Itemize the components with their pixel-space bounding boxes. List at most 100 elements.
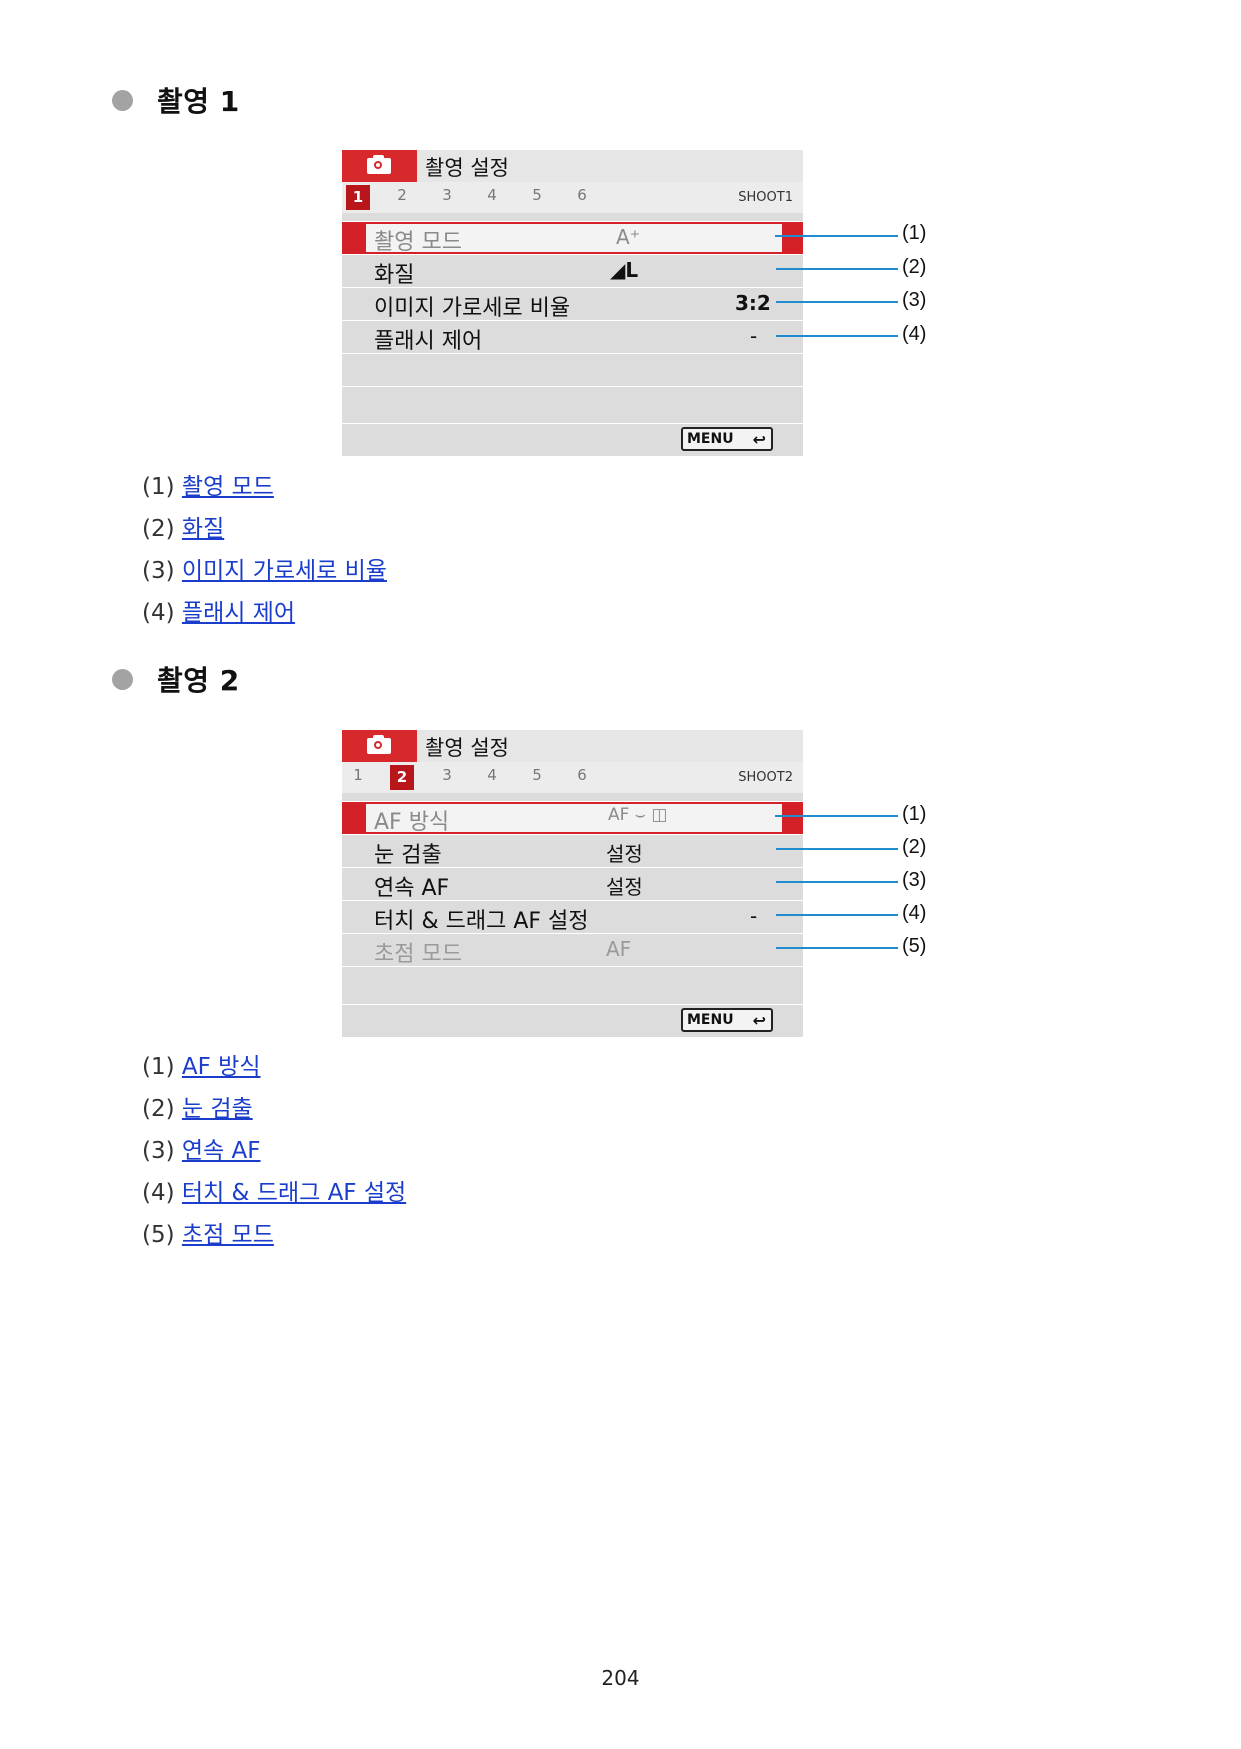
tab-6[interactable]: 6 <box>570 186 594 204</box>
menu-row-flash-control[interactable]: 플래시 제어 - <box>342 320 803 354</box>
menu-row-image-quality[interactable]: 화질 ◢L <box>342 254 803 288</box>
item-link[interactable]: 터치 & 드래그 AF 설정 <box>182 1180 406 1206</box>
row-value: AF ⌣ ◫ <box>608 805 668 825</box>
screen-footer: MENU ↩ <box>342 423 803 456</box>
callout-number: (5) <box>902 935 927 957</box>
item-list-shoot1: (1) 촬영 모드 (2) 화질 (3) 이미지 가로세로 비율 (4) 플래시… <box>142 466 387 634</box>
menu-row-empty <box>342 386 803 419</box>
menu-button-label: MENU <box>687 1012 734 1028</box>
tab-1[interactable]: 1 <box>346 766 370 784</box>
row-label: 플래시 제어 <box>374 329 483 354</box>
menu-row-empty <box>342 966 803 999</box>
menu-row-focus-mode[interactable]: 초점 모드 AF <box>342 933 803 967</box>
menu-button[interactable]: MENU ↩ <box>681 1008 773 1032</box>
callout-number: (2) <box>902 836 927 858</box>
section-title: 촬영 1 <box>157 85 240 118</box>
callout-number: (3) <box>902 289 927 311</box>
row-value: AF <box>606 937 632 961</box>
row-label: 이미지 가로세로 비율 <box>374 296 571 321</box>
menu-row-empty <box>342 353 803 386</box>
item-number: (1) <box>142 1054 175 1080</box>
item-list-shoot2: (1) AF 방식 (2) 눈 검출 (3) 연속 AF (4) 터치 & 드래… <box>142 1046 406 1256</box>
tab-3[interactable]: 3 <box>435 766 459 784</box>
row-label: 눈 검출 <box>374 843 442 868</box>
page-number: 204 <box>601 1666 640 1690</box>
list-item: (3) 이미지 가로세로 비율 <box>142 550 387 592</box>
list-item: (2) 화질 <box>142 508 387 550</box>
menu-row-touch-drag-af[interactable]: 터치 & 드래그 AF 설정 - <box>342 900 803 934</box>
item-link[interactable]: AF 방식 <box>182 1054 261 1080</box>
row-value: - <box>750 324 758 348</box>
tab-4[interactable]: 4 <box>480 186 504 204</box>
callout-number: (1) <box>902 803 927 825</box>
shoot-label: SHOOT2 <box>738 770 793 785</box>
list-item: (2) 눈 검출 <box>142 1088 406 1130</box>
tab-5[interactable]: 5 <box>525 186 549 204</box>
item-number: (3) <box>142 1138 175 1164</box>
callout-number: (2) <box>902 256 927 278</box>
list-item: (1) 촬영 모드 <box>142 466 387 508</box>
item-link[interactable]: 화질 <box>182 516 224 542</box>
tab-2[interactable]: 2 <box>390 186 414 204</box>
row-label: AF 방식 <box>374 810 450 835</box>
screen-footer: MENU ↩ <box>342 1004 803 1037</box>
item-link[interactable]: 초점 모드 <box>182 1222 274 1248</box>
row-value: 3:2 <box>735 291 771 315</box>
item-number: (4) <box>142 1180 175 1206</box>
menu-title: 촬영 설정 <box>425 736 509 760</box>
item-number: (5) <box>142 1222 175 1248</box>
menu-row-continuous-af[interactable]: 연속 AF 설정 <box>342 867 803 901</box>
list-item: (1) AF 방식 <box>142 1046 406 1088</box>
callout-number: (4) <box>902 902 927 924</box>
row-value: A⁺ <box>616 225 641 249</box>
item-link[interactable]: 촬영 모드 <box>182 474 274 500</box>
tab-6[interactable]: 6 <box>570 766 594 784</box>
row-label: 초점 모드 <box>374 942 462 967</box>
row-label: 터치 & 드래그 AF 설정 <box>374 909 589 934</box>
menu-button-label: MENU <box>687 431 734 447</box>
camera-tab[interactable] <box>342 150 417 182</box>
tab-5[interactable]: 5 <box>525 766 549 784</box>
camera-tab[interactable] <box>342 730 417 762</box>
screen-header: 촬영 설정 <box>342 730 803 762</box>
item-link[interactable]: 이미지 가로세로 비율 <box>182 558 387 584</box>
shoot-label: SHOOT1 <box>738 190 793 205</box>
tab-3[interactable]: 3 <box>435 186 459 204</box>
bullet-icon <box>112 668 133 690</box>
menu-title: 촬영 설정 <box>425 156 509 180</box>
item-link[interactable]: 눈 검출 <box>182 1096 253 1122</box>
item-number: (3) <box>142 558 175 584</box>
item-number: (1) <box>142 474 175 500</box>
menu-row-aspect-ratio[interactable]: 이미지 가로세로 비율 3:2 <box>342 287 803 321</box>
row-value: 설정 <box>606 875 643 899</box>
section-heading-2: 촬영 2 <box>112 659 240 699</box>
row-value: ◢L <box>610 258 639 282</box>
row-label: 촬영 모드 <box>374 230 462 255</box>
list-item: (3) 연속 AF <box>142 1130 406 1172</box>
tab-row: 1 2 3 4 5 6 SHOOT1 <box>342 182 803 213</box>
menu-button[interactable]: MENU ↩ <box>681 427 773 451</box>
return-icon: ↩ <box>752 430 766 449</box>
tab-1[interactable]: 1 <box>346 185 370 210</box>
list-item: (5) 초점 모드 <box>142 1214 406 1256</box>
menu-row-af-method[interactable]: AF 방식 AF ⌣ ◫ <box>342 801 803 835</box>
screen-header: 촬영 설정 <box>342 150 803 182</box>
list-item: (4) 터치 & 드래그 AF 설정 <box>142 1172 406 1214</box>
row-value: 설정 <box>606 842 643 866</box>
tab-row: 1 2 3 4 5 6 SHOOT2 <box>342 762 803 793</box>
menu-row-eye-detection[interactable]: 눈 검출 설정 <box>342 834 803 868</box>
menu-row-shooting-mode[interactable]: 촬영 모드 A⁺ <box>342 221 803 255</box>
item-link[interactable]: 연속 AF <box>182 1138 261 1164</box>
return-icon: ↩ <box>752 1011 766 1030</box>
tab-4[interactable]: 4 <box>480 766 504 784</box>
callout-number: (3) <box>902 869 927 891</box>
row-value: - <box>750 904 758 928</box>
callout-number: (4) <box>902 323 927 345</box>
item-number: (2) <box>142 1096 175 1122</box>
item-number: (4) <box>142 600 175 626</box>
item-number: (2) <box>142 516 175 542</box>
tab-2[interactable]: 2 <box>390 765 414 790</box>
menu-screen-shoot2: 촬영 설정 1 2 3 4 5 6 SHOOT2 AF 방식 AF ⌣ ◫ 눈 … <box>342 730 803 1037</box>
row-label: 화질 <box>374 263 415 288</box>
item-link[interactable]: 플래시 제어 <box>182 600 295 626</box>
